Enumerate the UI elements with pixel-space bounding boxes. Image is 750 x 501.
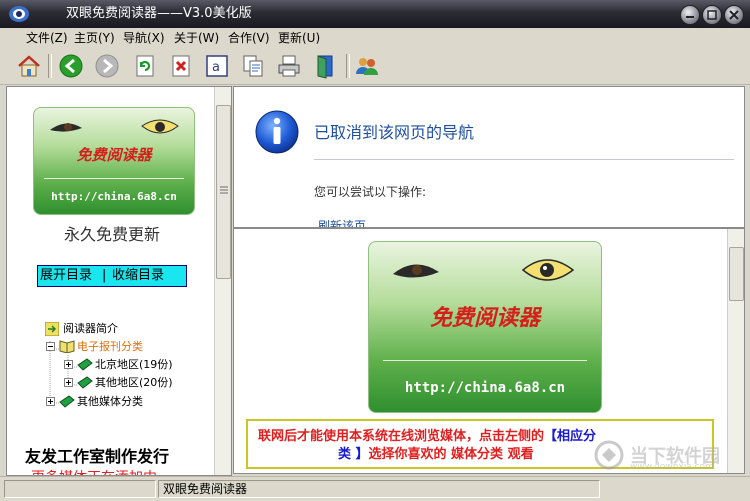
scrollbar-thumb[interactable] [216,105,231,279]
svg-text:a: a [212,60,220,75]
eye-app-icon [9,6,29,22]
tree-item-beijing[interactable]: 北京地区(19份) [95,358,173,372]
watermark-logo-icon [594,440,624,470]
tree-item-other-media[interactable]: 其他媒体分类 [77,395,143,409]
category-link-cont[interactable]: 类 】 [338,447,369,462]
window-title: 双眼免费阅读器——V3.0美化版 [66,6,252,21]
menu-cooperate[interactable]: 合作(V) [228,31,270,45]
info-icon [255,110,299,154]
divider [314,159,734,160]
coming-soon-text: 更多媒体正在添加中 [31,467,157,475]
print-icon[interactable] [276,53,302,79]
toolbar: a [0,48,750,85]
watermark-url: www.downxia.com [630,462,714,472]
close-icon [729,10,739,20]
menu-file[interactable]: 文件(Z) [26,31,68,45]
refresh-icon[interactable] [132,53,158,79]
site-watermark: 当下软件园 www.downxia.com [588,438,738,472]
notice-text-2: 选择你喜欢的 媒体分类 观看 [368,447,534,462]
users-icon[interactable] [354,53,380,79]
notice-line-2: 类 】选择你喜欢的 媒体分类 观看 [338,443,534,462]
arrow-folder-icon [45,322,59,336]
navigation-canceled-title: 已取消到该网页的导航 [314,123,475,142]
logo-title: 免费阅读器 [429,305,540,331]
navigation-canceled-pane: 已取消到该网页的导航 您可以尝试以下操作: 刷新该页。 [233,86,745,228]
green-book-icon [77,358,93,371]
grip-icon [220,186,228,194]
toolbar-separator [346,54,350,78]
copy-icon[interactable] [240,53,266,79]
green-book-icon [59,395,75,408]
logo-divider [383,360,587,361]
minimize-icon [686,16,694,18]
back-icon[interactable] [58,53,84,79]
app-window: 双眼免费阅读器——V3.0美化版 文件(Z) 主页(Y) 导航(X) 关于(W)… [0,0,750,501]
maximize-icon [707,10,717,20]
status-cell: 双眼免费阅读器 [158,480,600,498]
catalog-scrollbar[interactable] [214,87,231,475]
menu-about[interactable]: 关于(W) [174,31,219,45]
maximize-button[interactable] [702,5,722,25]
tree-item-other-region[interactable]: 其他地区(20份) [95,376,173,390]
stop-icon[interactable] [168,53,194,79]
minimize-button[interactable] [680,5,700,25]
status-cell-empty [4,480,156,498]
catalog-pane: 免费阅读器 http://china.6a8.cn 永久免费更新 展开目录 | … [6,86,232,476]
book-open-icon [59,340,75,353]
status-bar: 双眼免费阅读器 [0,476,750,501]
home-icon[interactable] [16,53,42,79]
logo-url: http://china.6a8.cn [404,380,566,396]
tree-item-intro[interactable]: 阅读器简介 [63,322,118,336]
expand-plus-icon[interactable] [46,397,55,406]
notice-line-1: 联网后才能使用本系统在线浏览媒体，点击左侧的【相应分 [258,425,596,444]
menu-navigate[interactable]: 导航(X) [123,31,165,45]
forward-icon[interactable] [94,53,120,79]
text-icon[interactable]: a [204,53,230,79]
title-bar[interactable]: 双眼免费阅读器——V3.0美化版 [0,0,750,28]
expand-plus-icon[interactable] [64,360,73,369]
menu-home[interactable]: 主页(Y) [74,31,115,45]
eyes-icon [393,259,575,281]
notice-text: 联网后才能使用本系统在线浏览媒体，点击左侧的 [258,429,545,444]
scrollbar-thumb[interactable] [729,247,744,301]
try-actions-text: 您可以尝试以下操作: [314,185,427,199]
tree-item-ebook-category[interactable]: 电子报刊分类 [77,340,143,354]
menu-bar: 文件(Z) 主页(Y) 导航(X) 关于(W) 合作(V) 更新(U) [0,28,750,48]
status-text: 双眼免费阅读器 [163,482,248,496]
refresh-page-link[interactable]: 刷新该页。 [318,217,378,227]
content-scrollbar[interactable] [727,229,744,473]
expand-plus-icon[interactable] [64,378,73,387]
green-book-icon [77,376,93,389]
logo-banner-large: 免费阅读器 http://china.6a8.cn [368,241,602,413]
collapse-minus-icon[interactable] [46,342,55,351]
menu-update[interactable]: 更新(U) [278,31,320,45]
toolbar-separator [48,54,52,78]
exit-door-icon[interactable] [312,53,338,79]
publisher-credit: 友发工作室制作发行 [25,447,170,466]
close-button[interactable] [724,5,744,25]
